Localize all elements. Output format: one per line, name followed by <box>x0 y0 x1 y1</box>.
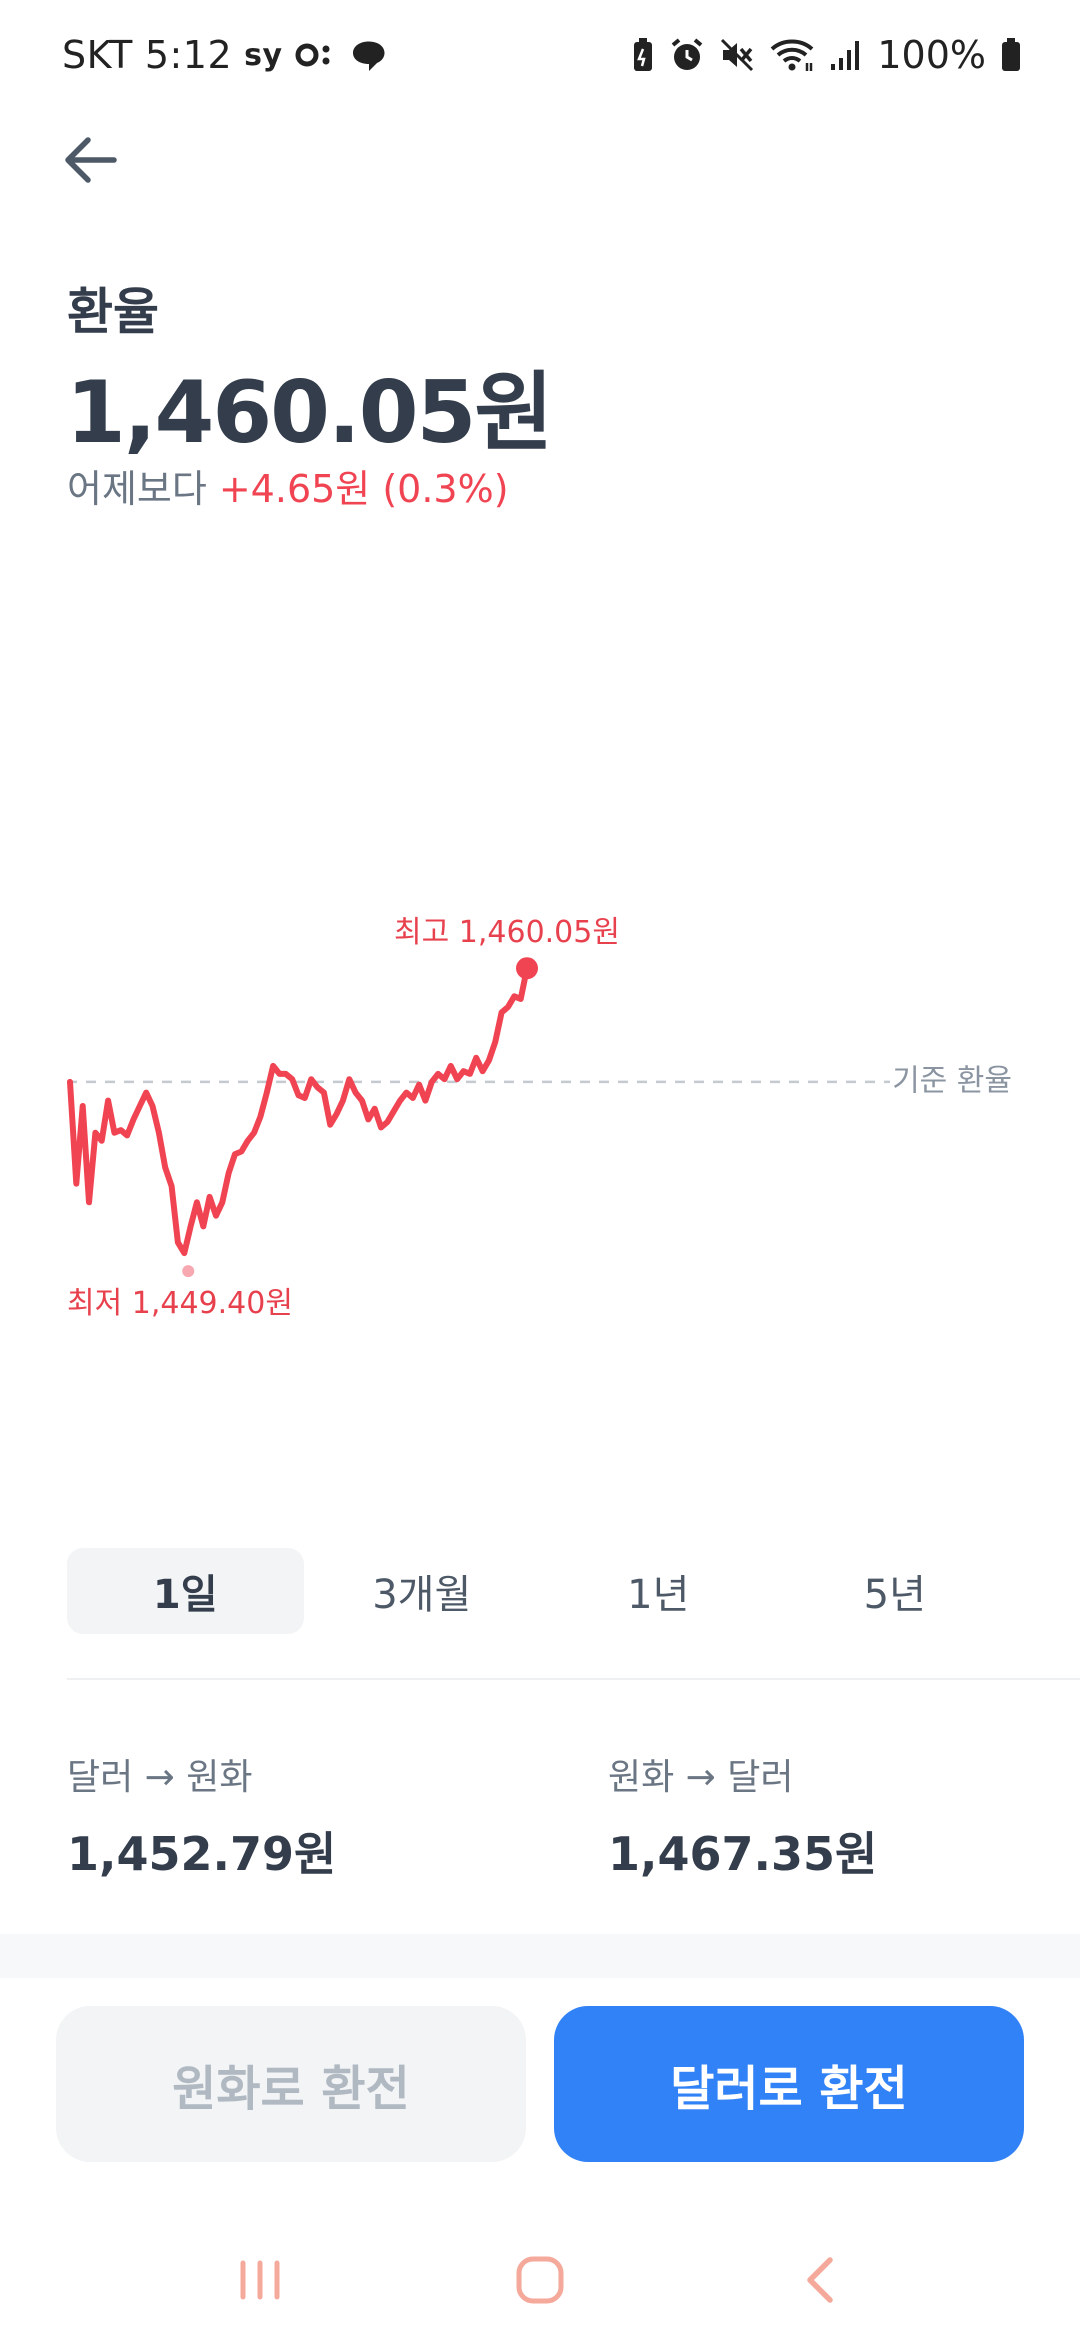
tab-1-day[interactable]: 1일 <box>67 1548 304 1634</box>
recent-apps-button[interactable] <box>200 2230 320 2330</box>
status-left: SKT 5:12 sy <box>62 33 389 77</box>
system-nav-bar <box>0 2220 1080 2340</box>
home-icon <box>516 2256 564 2304</box>
tab-1-year[interactable]: 1년 <box>540 1548 777 1634</box>
carrier: SKT <box>62 33 133 77</box>
tab-5-years[interactable]: 5년 <box>777 1548 1014 1634</box>
arrow-left-icon <box>65 137 117 183</box>
battery-icon <box>1000 37 1022 73</box>
alarm-icon <box>669 37 705 73</box>
change-prefix: 어제보다 <box>67 467 207 511</box>
status-bar: SKT 5:12 sy 100% <box>0 0 1080 110</box>
series-line <box>67 965 530 1257</box>
clock: 5:12 <box>144 33 233 77</box>
battery-saver-icon <box>631 37 655 73</box>
change-row: 어제보다 +4.65원 (0.3%) <box>67 458 509 513</box>
baseline-label: 기준 환율 <box>892 1063 1012 1098</box>
max-label: 최고 1,460.05원 <box>394 915 620 950</box>
change-value: +4.65원 (0.3%) <box>218 467 509 511</box>
chat-icon <box>347 37 389 73</box>
back-button[interactable] <box>40 115 140 205</box>
signal-icon <box>829 38 863 72</box>
chevron-left-icon <box>807 2257 833 2303</box>
rate-label: 환율 <box>67 283 159 341</box>
divider <box>67 1678 1080 1680</box>
krw-to-usd-label: 원화 → 달러 <box>608 1757 794 1798</box>
min-point <box>182 1265 195 1278</box>
exchange-to-krw-button[interactable]: 원화로 환전 <box>56 2006 526 2162</box>
period-tabs: 1일 3개월 1년 5년 <box>67 1548 1013 1634</box>
current-rate: 1,460.05원 <box>66 363 553 463</box>
mute-icon <box>719 37 755 73</box>
krw-to-usd-value: 1,467.35원 <box>608 1827 878 1881</box>
krw-to-usd-box: 원화 → 달러 1,467.35원 <box>608 1748 877 1884</box>
wifi-icon <box>769 37 815 73</box>
max-point <box>516 957 538 980</box>
section-gap <box>0 1934 1080 1978</box>
app-badge-sy: sy <box>244 37 283 73</box>
status-right: 100% <box>631 33 1022 77</box>
nav-back-button[interactable] <box>760 2230 880 2330</box>
tab-3-months[interactable]: 3개월 <box>304 1548 541 1634</box>
notification-icon <box>295 38 335 72</box>
min-label: 최저 1,449.40원 <box>67 1286 293 1320</box>
exchange-to-usd-button[interactable]: 달러로 환전 <box>554 2006 1024 2162</box>
usd-to-krw-label: 달러 → 원화 <box>67 1757 253 1798</box>
home-button[interactable] <box>480 2230 600 2330</box>
rate-chart[interactable]: 기준 환율 최고 1,460.05원 최저 1,449.40원 <box>0 900 1080 1320</box>
screen: SKT 5:12 sy 100% 환율 1,460.05원 어제보다 +4.65… <box>0 0 1080 2340</box>
battery-percent: 100% <box>877 33 986 77</box>
usd-to-krw-value: 1,452.79원 <box>67 1827 337 1881</box>
usd-to-krw-box: 달러 → 원화 1,452.79원 <box>67 1748 336 1884</box>
recent-apps-icon <box>240 2260 280 2300</box>
